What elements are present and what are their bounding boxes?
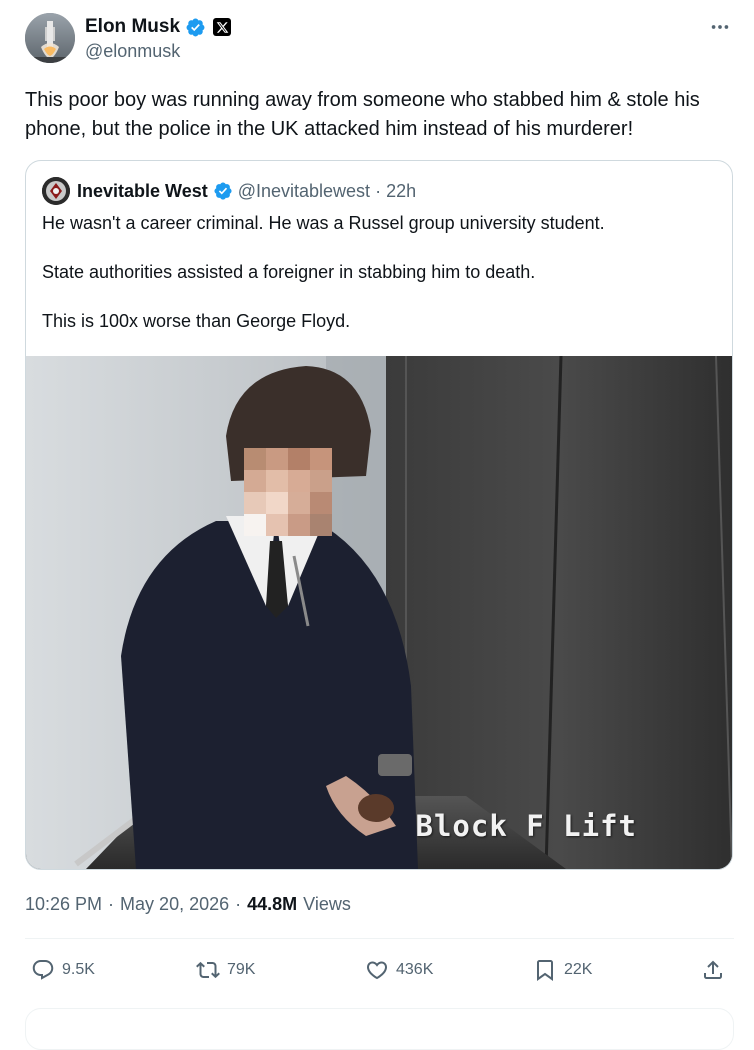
- quoted-post-header: Inevitable West @Inevitablewest · 22h: [42, 177, 416, 205]
- views-count: 44.8M: [247, 894, 298, 914]
- reply-button[interactable]: 9.5K: [31, 952, 95, 988]
- quoted-author-avatar: [42, 177, 70, 205]
- repost-icon: [196, 961, 220, 979]
- meta-separator: ·: [235, 894, 242, 914]
- reply-icon: [32, 960, 54, 980]
- quoted-post-text: He wasn't a career criminal. He was a Ru…: [42, 211, 718, 358]
- quoted-author-name: Inevitable West: [77, 180, 208, 201]
- quoted-timestamp: 22h: [386, 180, 417, 201]
- author-name-row: Elon Musk: [85, 15, 232, 39]
- post-date[interactable]: May 20, 2026: [120, 894, 229, 915]
- cctv-caption: Block F Lift: [415, 809, 637, 843]
- like-button[interactable]: 436K: [365, 952, 433, 988]
- post: Elon Musk @elonmusk This poor boy was ru…: [0, 0, 754, 1050]
- post-header: Elon Musk @elonmusk: [25, 13, 734, 65]
- share-icon: [704, 960, 722, 979]
- repost-count: 79K: [227, 961, 256, 978]
- action-bar: 9.5K 79K 436K 22K: [25, 952, 731, 988]
- quoted-separator: ·: [375, 180, 382, 201]
- heart-icon: [366, 961, 388, 980]
- author-name[interactable]: Elon Musk: [85, 16, 180, 38]
- reply-count: 9.5K: [62, 961, 95, 978]
- author-handle[interactable]: @elonmusk: [85, 41, 180, 62]
- repost-button[interactable]: 79K: [196, 952, 255, 988]
- bookmark-button[interactable]: 22K: [533, 952, 592, 988]
- reply-composer[interactable]: [25, 1008, 734, 1050]
- quoted-media-image[interactable]: Block F Lift: [26, 356, 732, 869]
- avatar-image: [25, 13, 75, 63]
- quoted-author-handle: @Inevitablewest: [237, 180, 371, 201]
- bookmark-count: 22K: [564, 961, 593, 978]
- share-button[interactable]: [701, 952, 725, 988]
- bookmark-icon: [537, 960, 553, 981]
- divider: [25, 938, 734, 939]
- x-logo-icon: [213, 18, 232, 36]
- elevator-cctv-image: [26, 356, 732, 869]
- verified-icon: [185, 17, 206, 38]
- meta-separator: ·: [108, 894, 115, 914]
- quoted-paragraph: State authorities assisted a foreigner i…: [42, 262, 536, 282]
- quoted-paragraph: This is 100x worse than George Floyd.: [42, 311, 351, 331]
- like-count: 436K: [396, 961, 434, 978]
- more-horizontal-icon: [711, 25, 729, 29]
- quoted-verified-icon: [213, 181, 233, 201]
- quoted-paragraph: He wasn't a career criminal. He was a Ru…: [42, 213, 605, 233]
- post-meta: 10:26 PM · May 20, 2026 · 44.8M Views: [25, 894, 351, 915]
- post-text: This poor boy was running away from some…: [25, 89, 706, 140]
- quoted-post[interactable]: Inevitable West @Inevitablewest · 22h He…: [25, 160, 733, 870]
- author-avatar[interactable]: [25, 13, 75, 63]
- more-options-button[interactable]: [706, 15, 734, 39]
- post-time[interactable]: 10:26 PM: [25, 894, 102, 915]
- views-label: Views: [303, 894, 351, 914]
